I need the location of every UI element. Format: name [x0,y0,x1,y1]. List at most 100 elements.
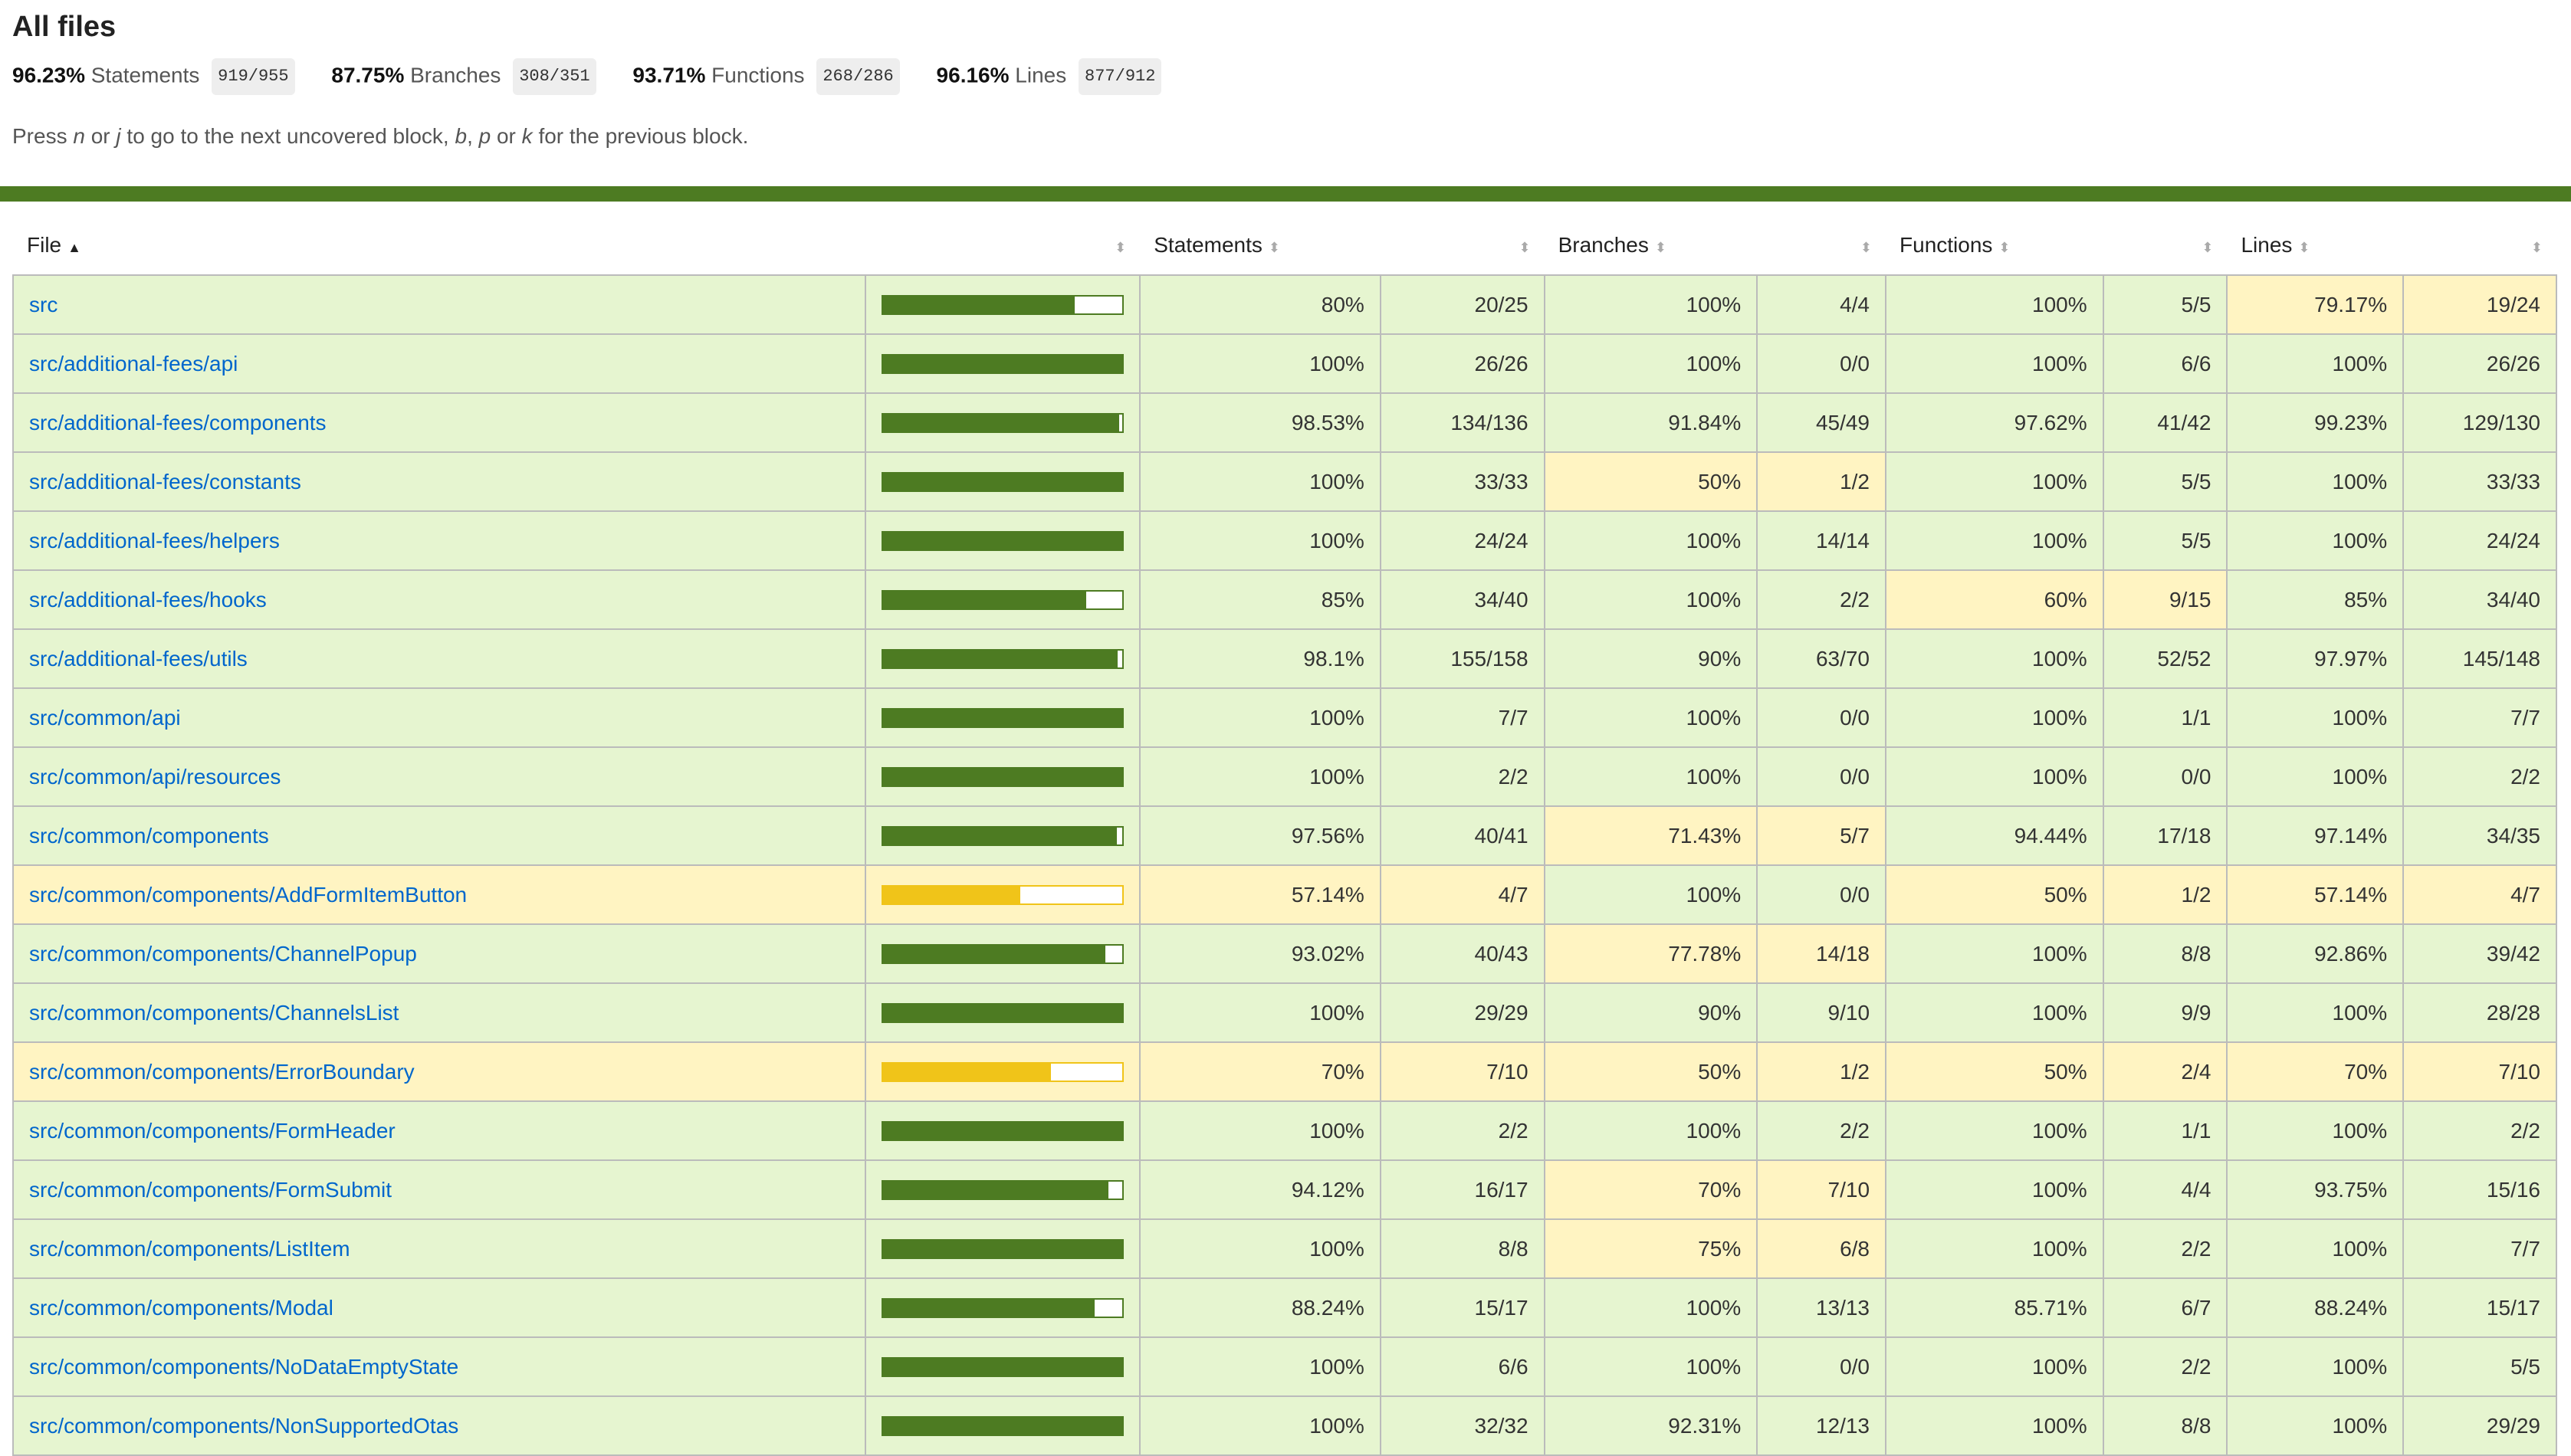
file-cell: src/common/components/FormHeader [11,1100,867,1161]
coverage-bar-cell [865,510,1141,571]
table-body: src 80% 20/25 100% 4/4 100% 5/5 79.17% 19/24 src/… [11,274,2557,1456]
functions-fraction: 9/15 [2102,569,2228,630]
functions-fraction: 1/1 [2102,1100,2228,1161]
lines-fraction: 5/5 [2402,1336,2557,1397]
file-link[interactable]: src/additional-fees/utils [29,647,248,671]
file-cell: src/common/components/ChannelPopup [11,923,867,984]
coverage-bar-fill [883,1299,1095,1317]
file-link[interactable]: src/common/api [29,706,181,730]
file-link[interactable]: src/common/components/NonSupportedOtas [29,1414,458,1438]
functions-pct: 100% [1885,746,2104,807]
branches-fraction: 2/2 [1756,569,1887,630]
statements-pct: 100% [1139,982,1381,1043]
file-link[interactable]: src/common/components/AddFormItemButton [29,883,467,907]
statements-fraction: 6/6 [1379,1336,1545,1397]
functions-pct: 50% [1885,864,2104,925]
coverage-bar [882,1297,1125,1318]
col-file[interactable]: File ▲ [13,216,865,275]
lines-fraction: 26/26 [2402,333,2557,394]
file-link[interactable]: src/common/components/ErrorBoundary [29,1060,415,1084]
file-link[interactable]: src/common/components [29,824,269,848]
coverage-bar-fill [883,1417,1123,1435]
file-link[interactable]: src/common/api/resources [29,765,281,789]
col-bar[interactable]: ⬍ [865,216,1140,275]
summary-fraction: 877/912 [1079,58,1162,95]
statements-pct: 100% [1139,1395,1381,1456]
file-cell: src/common/api [11,687,867,748]
file-link[interactable]: src/common/components/Modal [29,1296,333,1320]
functions-pct: 100% [1885,1336,2104,1397]
table-row: src/common/components 97.56% 40/41 71.43% 5/… [11,805,2557,866]
file-link[interactable]: src [29,293,57,316]
sort-asc-icon: ▲ [67,240,81,255]
branches-pct: 91.84% [1543,392,1758,453]
sort-icon: ⬍ [2530,240,2543,255]
col-statements-raw[interactable]: ⬍ [1381,216,1545,275]
lines-pct: 93.75% [2226,1159,2405,1220]
col-branches[interactable]: Branches ⬍ [1545,216,1758,275]
file-link[interactable]: src/additional-fees/api [29,352,238,375]
statements-pct: 100% [1139,1218,1381,1279]
file-link[interactable]: src/common/components/ListItem [29,1237,350,1261]
file-link[interactable]: src/common/components/ChannelPopup [29,942,417,966]
statements-pct: 100% [1139,1336,1381,1397]
file-link[interactable]: src/common/components/ChannelsList [29,1001,399,1025]
functions-fraction: 1/1 [2102,687,2228,748]
functions-fraction: 6/7 [2102,1277,2228,1338]
branches-fraction: 0/0 [1756,864,1887,925]
file-link[interactable]: src/common/components/NoDataEmptyState [29,1355,458,1379]
lines-pct: 70% [2226,1041,2405,1102]
statements-fraction: 2/2 [1379,746,1545,807]
lines-fraction: 33/33 [2402,451,2557,512]
col-functions-raw[interactable]: ⬍ [2103,216,2228,275]
lines-pct: 100% [2226,451,2405,512]
branches-pct: 100% [1543,569,1758,630]
lines-pct: 85% [2226,569,2405,630]
statements-fraction: 24/24 [1379,510,1545,571]
coverage-bar-cell [865,805,1141,866]
col-lines[interactable]: Lines ⬍ [2227,216,2403,275]
statements-fraction: 2/2 [1379,1100,1545,1161]
col-branches-raw[interactable]: ⬍ [1757,216,1886,275]
lines-pct: 100% [2226,1336,2405,1397]
summary-bar: 96.23% Statements 919/955 87.75% Branche… [12,58,1192,95]
coverage-bar [882,589,1125,610]
page-title: All files [12,11,117,43]
branches-fraction: 0/0 [1756,1336,1887,1397]
col-statements[interactable]: Statements ⬍ [1140,216,1381,275]
lines-fraction: 28/28 [2402,982,2557,1043]
coverage-bar-cell [865,274,1141,335]
coverage-bar-fill [883,886,1020,903]
file-link[interactable]: src/common/components/FormHeader [29,1119,396,1143]
statements-fraction: 33/33 [1379,451,1545,512]
sort-icon: ⬍ [1654,240,1666,255]
statements-pct: 100% [1139,687,1381,748]
functions-pct: 94.44% [1885,805,2104,866]
summary-label: Statements [90,63,200,87]
file-link[interactable]: src/additional-fees/constants [29,470,301,494]
table-row: src/common/components/NonSupportedOtas 10… [11,1395,2557,1456]
table-row: src/common/components/FormHeader 100% 2/2 1… [11,1100,2557,1161]
table-row: src/additional-fees/utils 98.1% 155/158 90%… [11,628,2557,689]
col-lines-raw[interactable]: ⬍ [2403,216,2556,275]
file-link[interactable]: src/common/components/FormSubmit [29,1178,392,1202]
branches-pct: 100% [1543,687,1758,748]
statements-pct: 80% [1139,274,1381,335]
table-row: src/common/components/ChannelPopup 93.02%… [11,923,2557,984]
lines-pct: 88.24% [2226,1277,2405,1338]
coverage-bar-cell [865,687,1141,748]
summary-pct: 87.75% [331,63,405,87]
statements-fraction: 26/26 [1379,333,1545,394]
col-functions[interactable]: Functions ⬍ [1886,216,2103,275]
file-link[interactable]: src/additional-fees/components [29,411,327,435]
branches-fraction: 63/70 [1756,628,1887,689]
statements-fraction: 4/7 [1379,864,1545,925]
coverage-bar-cell [865,628,1141,689]
summary-functions: 93.71% Functions 268/286 [632,58,900,95]
file-cell: src/additional-fees/helpers [11,510,867,571]
file-link[interactable]: src/additional-fees/hooks [29,588,267,612]
coverage-report: All files 96.23% Statements 919/955 87.7… [0,0,2571,1456]
coverage-bar-cell [865,746,1141,807]
coverage-bar [882,1238,1125,1259]
file-link[interactable]: src/additional-fees/helpers [29,529,280,553]
